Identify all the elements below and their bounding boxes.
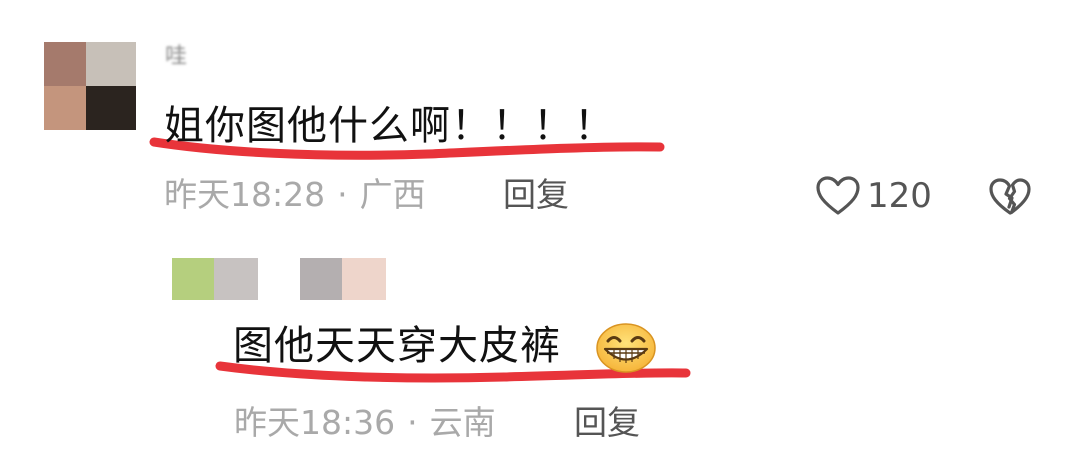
reply-time: 昨天18:36 bbox=[234, 403, 396, 442]
replier-avatar-and-name[interactable] bbox=[172, 258, 386, 300]
avatar-tile bbox=[86, 42, 136, 86]
avatar-tile bbox=[44, 86, 86, 130]
comment-text: 姐你图他什么啊！！！！ bbox=[164, 103, 615, 149]
reply-meta: 昨天18:36 · 云南 bbox=[234, 403, 496, 443]
username-tile bbox=[342, 258, 386, 300]
meta-separator: · bbox=[407, 403, 418, 442]
commenter-username[interactable]: 哇 bbox=[165, 44, 199, 70]
commenter-avatar[interactable] bbox=[44, 42, 136, 130]
broken-heart-icon[interactable] bbox=[988, 177, 1032, 217]
comment-location: 广西 bbox=[359, 175, 426, 214]
avatar-tile bbox=[214, 258, 258, 300]
like-button[interactable]: 120 bbox=[815, 175, 932, 217]
username-tile bbox=[300, 258, 342, 300]
reply-reply-button[interactable]: 回复 bbox=[574, 403, 640, 443]
reply-text: 图他天天穿大皮裤 bbox=[233, 323, 561, 369]
grinning-face-emoji bbox=[596, 323, 656, 373]
comment-meta: 昨天18:28 · 广西 bbox=[164, 175, 426, 215]
like-count: 120 bbox=[867, 176, 932, 216]
avatar-tile bbox=[86, 86, 136, 130]
comment-reply-button[interactable]: 回复 bbox=[503, 175, 569, 215]
comment-time: 昨天18:28 bbox=[164, 175, 326, 214]
avatar-tile bbox=[172, 258, 214, 300]
meta-separator: · bbox=[337, 175, 348, 214]
username-gap bbox=[258, 258, 300, 300]
reply-location: 云南 bbox=[429, 403, 496, 442]
heart-outline-icon bbox=[816, 176, 860, 215]
avatar-tile bbox=[44, 42, 86, 86]
